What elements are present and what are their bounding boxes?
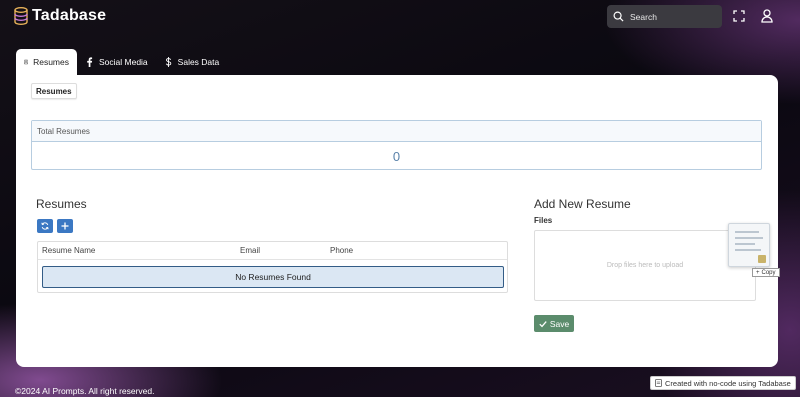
column-header-resume-name[interactable]: Resume Name [42,246,95,255]
main-tabs: Resumes Social Media Sales Data [16,49,227,75]
column-header-email[interactable]: Email [240,246,260,255]
fullscreen-icon[interactable] [733,10,745,22]
database-icon [14,7,28,25]
copy-tooltip-text: Copy [761,269,776,276]
file-badge-icon [758,255,766,263]
total-resumes-card: Total Resumes 0 [31,120,762,170]
document-icon [655,379,662,387]
plus-icon [61,222,69,230]
search-icon [613,11,624,22]
checkmark-icon [539,320,547,327]
made-with-badge[interactable]: Created with no-code using Tadabase [650,376,796,390]
stat-title: Total Resumes [32,121,761,142]
table-header: Resume Name Email Phone [38,242,507,260]
user-icon[interactable] [761,9,773,23]
tab-label: Social Media [99,57,148,67]
add-record-button[interactable] [57,219,73,233]
tab-social-media[interactable]: Social Media [77,49,156,75]
file-dropzone[interactable]: Drop files here to upload [534,230,756,301]
search-input[interactable]: Search [607,5,722,28]
stat-value: 0 [392,148,401,164]
column-header-phone[interactable]: Phone [330,246,353,255]
user-card-icon [24,59,29,65]
made-with-text: Created with no-code using Tadabase [665,378,791,388]
resumes-title: Resumes [36,197,87,211]
top-bar: Tadabase Search [0,0,800,34]
plus-icon: + [756,269,760,276]
content-panel: Resumes Total Resumes 0 Resumes Resume N… [16,75,780,367]
refresh-button[interactable] [37,219,53,233]
dollar-icon [165,57,171,67]
empty-state-message: No Resumes Found [42,266,504,288]
tab-label: Sales Data [177,57,220,67]
logo[interactable]: Tadabase [14,7,106,25]
tab-sales-data[interactable]: Sales Data [156,49,228,75]
subtab-resumes[interactable]: Resumes [31,83,77,99]
save-label: Save [549,318,570,329]
copyright-text: ©2024 AI Prompts. All right reserved. [15,386,155,396]
tab-label: Resumes [33,57,69,67]
files-label: Files [534,216,553,225]
drag-copy-tooltip: + Copy [752,268,780,277]
resumes-table: Resume Name Email Phone No Resumes Found [37,241,508,293]
logo-text: Tadabase [32,7,107,24]
tab-resumes[interactable]: Resumes [16,49,77,75]
dragged-file-preview [728,223,770,267]
facebook-icon [87,57,93,67]
search-placeholder: Search [630,11,657,22]
add-resume-title: Add New Resume [534,197,631,211]
dropzone-text: Drop files here to upload [606,262,684,269]
refresh-icon [41,222,49,230]
save-button[interactable]: Save [534,315,574,332]
